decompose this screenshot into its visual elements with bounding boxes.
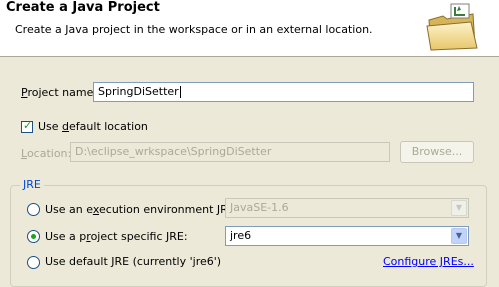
chevron-down-icon: ▼ — [451, 200, 467, 216]
checkmark-icon: ✓ — [23, 119, 33, 132]
execution-environment-radio[interactable] — [27, 203, 40, 216]
radio-selected-dot — [31, 234, 36, 239]
chevron-down-icon: ▼ — [451, 228, 467, 244]
project-name-label: Project name: — [21, 86, 98, 99]
project-name-input[interactable]: SpringDiSetter — [93, 82, 474, 102]
default-location-label[interactable]: Use default location — [38, 120, 148, 133]
project-specific-jre-radio[interactable] — [27, 230, 40, 243]
default-jre-radio[interactable] — [27, 256, 40, 269]
jre-group-title: JRE — [20, 178, 44, 191]
page-title: Create a Java Project — [6, 0, 160, 15]
execution-environment-select[interactable]: JavaSE-1.6 ▼ — [225, 198, 469, 218]
java-project-folder-icon — [426, 3, 478, 51]
header-banner: Create a Java Project Create a Java proj… — [0, 0, 499, 57]
text-caret — [179, 86, 181, 98]
browse-button[interactable]: Browse... — [400, 141, 474, 163]
location-label: Location: — [21, 147, 72, 160]
page-description: Create a Java project in the workspace o… — [15, 23, 373, 36]
project-specific-jre-select[interactable]: jre6 ▼ — [225, 226, 469, 246]
project-specific-jre-label[interactable]: Use a project specific JRE: — [45, 230, 188, 243]
location-input[interactable]: D:\eclipse_wrkspace\SpringDiSetter — [70, 142, 390, 162]
default-location-checkbox[interactable]: ✓ — [21, 119, 33, 133]
execution-environment-label[interactable]: Use an execution environment JRE: — [45, 203, 238, 216]
